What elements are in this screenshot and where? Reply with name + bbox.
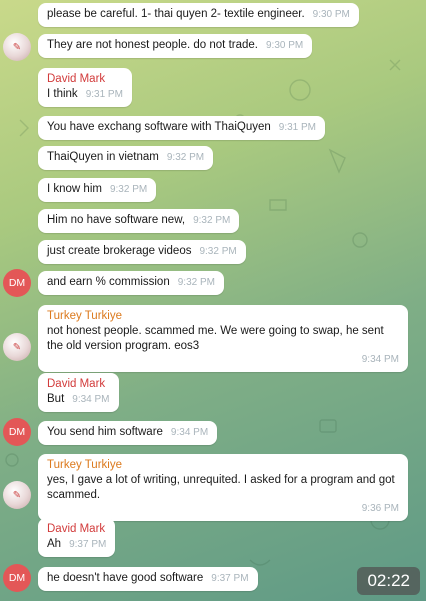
message-bubble: You have exchang software with ThaiQuyen… (38, 116, 326, 140)
message-bubble: David Mark I think 9:31 PM (38, 68, 132, 107)
message-text: Him no have software new, (47, 214, 186, 226)
message-text: not honest people. scammed me. We were g… (47, 325, 384, 352)
message-time: 9:32 PM (193, 215, 231, 226)
message-text: Ah (47, 538, 62, 550)
message-bubble: and earn % commission 9:32 PM (38, 271, 224, 295)
sender-name[interactable]: David Mark (47, 522, 106, 537)
message-bubble: David Mark But 9:34 PM (38, 373, 119, 412)
sender-name[interactable]: Turkey Turkiye (47, 309, 399, 324)
message-time: 9:34 PM (361, 354, 399, 365)
message-time: 9:34 PM (72, 394, 110, 405)
message-bubble: Him no have software new, 9:32 PM (38, 209, 240, 233)
sender-name[interactable]: Turkey Turkiye (47, 458, 399, 473)
message-text: I think (47, 88, 78, 100)
message-time: 9:37 PM (211, 573, 249, 584)
message-bubble: please be careful. 1- thai quyen 2- text… (38, 3, 359, 27)
chat-message-list[interactable]: please be careful. 1- thai quyen 2- text… (0, 0, 426, 601)
message-text: You send him software (47, 426, 163, 438)
message-bubble: Turkey Turkiye yes, I gave a lot of writ… (38, 454, 408, 521)
dm-avatar[interactable]: DM (3, 418, 31, 446)
sender-name[interactable]: David Mark (47, 72, 123, 87)
message-text: You have exchang software with ThaiQuyen (47, 121, 271, 133)
message-text: yes, I gave a lot of writing, unrequited… (47, 474, 395, 501)
avatar-initials: DM (8, 572, 26, 584)
message-text: I know him (47, 183, 102, 195)
message-bubble: I know him 9:32 PM (38, 178, 157, 202)
dm-avatar[interactable]: DM (3, 269, 31, 297)
message-time: 9:32 PM (199, 246, 237, 257)
message-text: he doesn't have good software (47, 572, 204, 584)
message-text: But (47, 393, 65, 405)
message-time: 9:36 PM (361, 503, 399, 514)
avatar-initials: DM (8, 277, 26, 289)
message-bubble: he doesn't have good software 9:37 PM (38, 567, 258, 591)
message-time: 9:37 PM (69, 539, 107, 550)
message-bubble: They are not honest people. do not trade… (38, 34, 313, 58)
turkey-avatar[interactable]: ✎ (3, 481, 31, 509)
message-time: 9:32 PM (166, 152, 205, 163)
message-time: 9:30 PM (312, 9, 350, 20)
sender-name[interactable]: David Mark (47, 377, 110, 392)
message-time: 9:31 PM (85, 89, 123, 100)
message-text: They are not honest people. do not trade… (47, 39, 258, 51)
message-time: 9:34 PM (170, 427, 209, 438)
turkey-avatar[interactable]: ✎ (3, 33, 31, 61)
video-timestamp-badge: 02:22 (357, 567, 420, 595)
message-text: please be careful. 1- thai quyen 2- text… (47, 8, 305, 20)
dm-avatar[interactable]: DM (3, 564, 31, 592)
avatar-initials: DM (8, 426, 26, 438)
message-time: 9:32 PM (177, 277, 215, 288)
message-time: 9:30 PM (265, 40, 304, 51)
message-bubble: ThaiQuyen in vietnam 9:32 PM (38, 146, 214, 170)
message-bubble: David Mark Ah 9:37 PM (38, 518, 116, 557)
message-time: 9:32 PM (109, 184, 148, 195)
message-bubble: just create brokerage videos 9:32 PM (38, 240, 246, 264)
message-text: and earn % commission (47, 276, 170, 288)
message-text: just create brokerage videos (47, 245, 192, 257)
message-bubble: Turkey Turkiye not honest people. scamme… (38, 305, 408, 372)
message-time: 9:31 PM (278, 122, 317, 133)
message-text: ThaiQuyen in vietnam (47, 151, 159, 163)
turkey-avatar[interactable]: ✎ (3, 333, 31, 361)
message-bubble: You send him software 9:34 PM (38, 421, 218, 445)
